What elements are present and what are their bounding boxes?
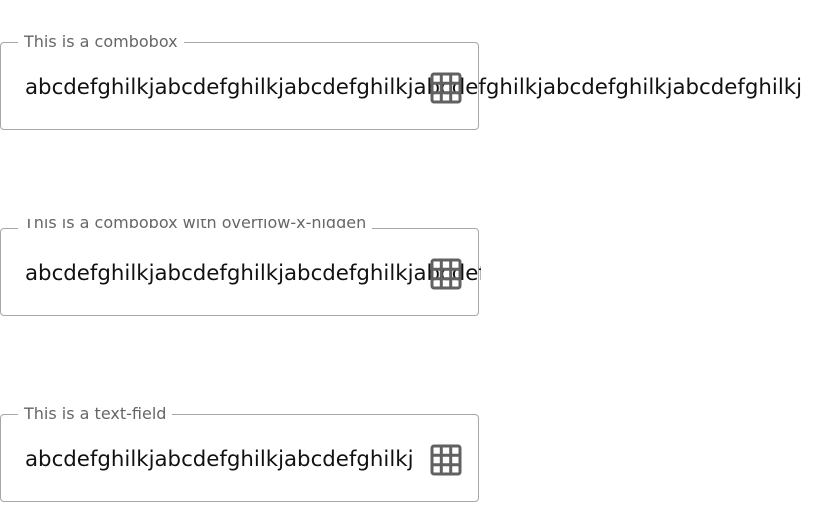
combobox-overflow-hidden-label: This is a combobox with overflow-x-hidde… <box>18 219 373 237</box>
text-field-value[interactable]: abcdefghilkjabcdefghilkjabcdefghilkj <box>25 446 414 474</box>
combobox-overflow-hidden-viewport: abcdefghilkjabcdefghilkjabcdefghilkjabcd… <box>25 260 481 290</box>
combobox-overflow-hidden-value[interactable]: abcdefghilkjabcdefghilkjabcdefghilkjabcd… <box>25 260 481 288</box>
grid-icon[interactable] <box>430 72 462 104</box>
combobox-value[interactable]: abcdefghilkjabcdefghilkjabcdefghilkjabcd… <box>25 74 802 102</box>
text-field-label: This is a text-field <box>18 403 173 425</box>
page: This is a combobox abcdefghilkjabcdefghi… <box>0 0 832 525</box>
combobox-field[interactable]: This is a combobox abcdefghilkjabcdefghi… <box>0 31 802 130</box>
text-field[interactable]: This is a text-field abcdefghilkjabcdefg… <box>0 403 479 502</box>
grid-icon[interactable] <box>430 444 462 476</box>
combobox-label: This is a combobox <box>18 31 184 53</box>
combobox-overflow-hidden-label-text: This is a combobox with overflow-x-hidde… <box>24 219 367 232</box>
grid-icon[interactable] <box>430 258 462 290</box>
combobox-overflow-hidden-field[interactable]: This is a combobox with overflow-x-hidde… <box>0 219 481 316</box>
